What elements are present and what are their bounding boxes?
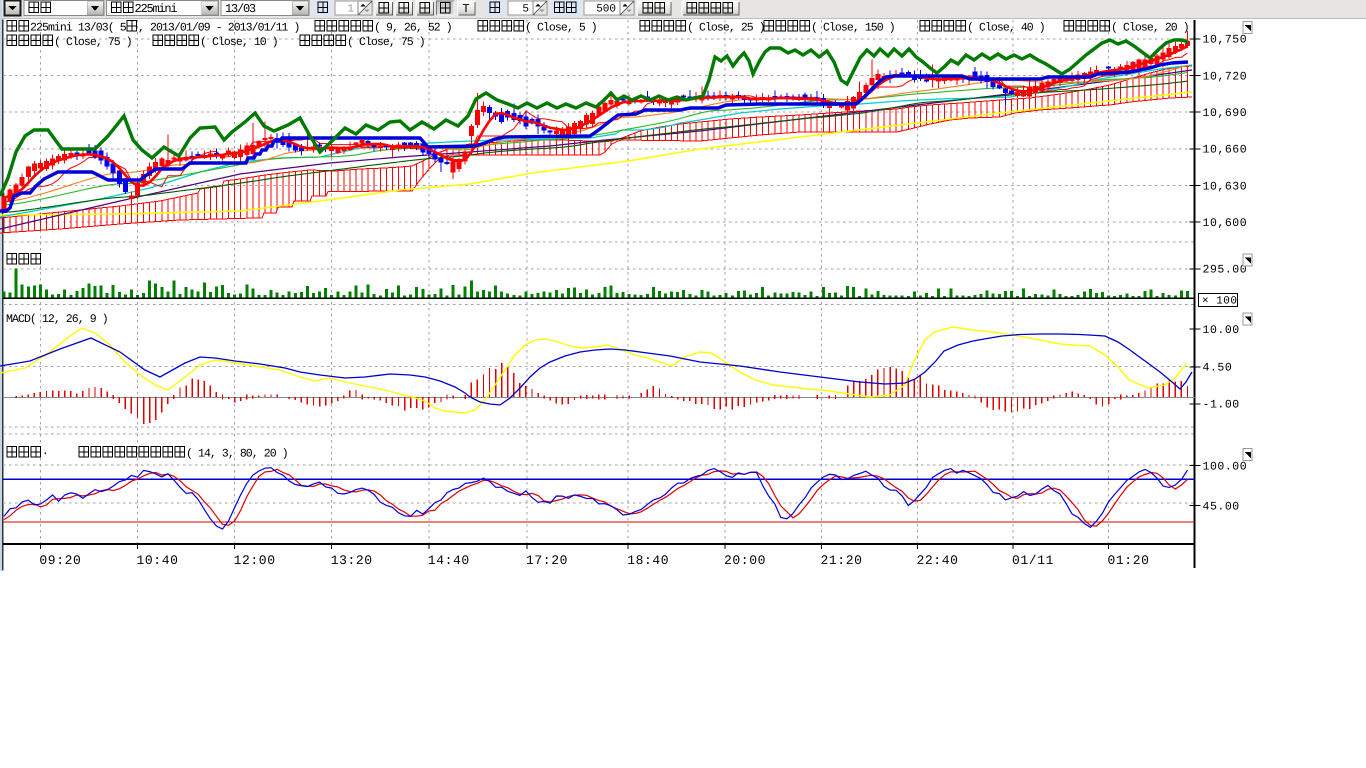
- svg-text:-1.00: -1.00: [1203, 399, 1240, 412]
- svg-text:22:40: 22:40: [917, 553, 959, 568]
- svg-text:( Close, 5 ): ( Close, 5 ): [525, 22, 597, 35]
- svg-text:10,720: 10,720: [1203, 70, 1248, 83]
- svg-text:10:40: 10:40: [137, 553, 179, 568]
- svg-text:4.50: 4.50: [1203, 362, 1233, 375]
- svg-text:10,600: 10,600: [1203, 217, 1248, 230]
- svg-text:21:20: 21:20: [821, 553, 863, 568]
- svg-text:× 100: × 100: [1202, 296, 1238, 308]
- svg-text:( 9, 26, 52 ): ( 9, 26, 52 ): [374, 22, 452, 35]
- svg-text:10,690: 10,690: [1203, 107, 1248, 120]
- svg-text:( Close, 10 ): ( Close, 10 ): [200, 36, 278, 49]
- svg-text:( Close, 150 ): ( Close, 150 ): [811, 22, 895, 35]
- svg-text:( Close, 25 ): ( Close, 25 ): [687, 22, 765, 35]
- svg-text:12:00: 12:00: [234, 553, 276, 568]
- svg-text:( Close, 75 ): ( Close, 75 ): [54, 36, 132, 49]
- svg-text:17:20: 17:20: [526, 553, 568, 568]
- svg-text:01/11: 01/11: [1012, 553, 1054, 568]
- svg-text:T: T: [462, 2, 469, 16]
- svg-text:14:40: 14:40: [428, 553, 470, 568]
- svg-text:10,630: 10,630: [1203, 180, 1248, 193]
- svg-text:100.00: 100.00: [1203, 460, 1248, 473]
- svg-text:10,660: 10,660: [1203, 144, 1248, 157]
- svg-text:( Close, 20 ): ( Close, 20 ): [1111, 22, 1189, 35]
- svg-text:295.00: 295.00: [1203, 264, 1248, 277]
- svg-text:10,750: 10,750: [1203, 34, 1248, 47]
- svg-text:( Close, 75 ): ( Close, 75 ): [347, 36, 425, 49]
- svg-text:09:20: 09:20: [39, 553, 81, 568]
- svg-text:10.00: 10.00: [1203, 324, 1240, 337]
- svg-text:13/03: 13/03: [225, 2, 256, 16]
- svg-text:45.00: 45.00: [1203, 500, 1240, 513]
- svg-text:( 14, 3, 80, 20 ): ( 14, 3, 80, 20 ): [186, 448, 288, 461]
- svg-text:20:00: 20:00: [724, 553, 766, 568]
- svg-text:·: ·: [42, 448, 48, 461]
- svg-text:18:40: 18:40: [627, 553, 669, 568]
- svg-text:1: 1: [347, 4, 354, 16]
- svg-text:13:20: 13:20: [331, 553, 373, 568]
- svg-text:( Close, 40 ): ( Close, 40 ): [967, 22, 1045, 35]
- svg-text:225mini: 225mini: [135, 2, 178, 16]
- svg-text:5: 5: [522, 4, 529, 16]
- svg-text:01:20: 01:20: [1108, 553, 1150, 568]
- svg-text:MACD( 12, 26, 9 ): MACD( 12, 26, 9 ): [6, 313, 108, 326]
- svg-text:225mini 13/03( 5: 225mini 13/03( 5: [30, 22, 127, 35]
- svg-text:, 2013/01/09 - 2013/01/11 ): , 2013/01/09 - 2013/01/11 ): [138, 22, 300, 35]
- svg-text:500: 500: [596, 4, 616, 16]
